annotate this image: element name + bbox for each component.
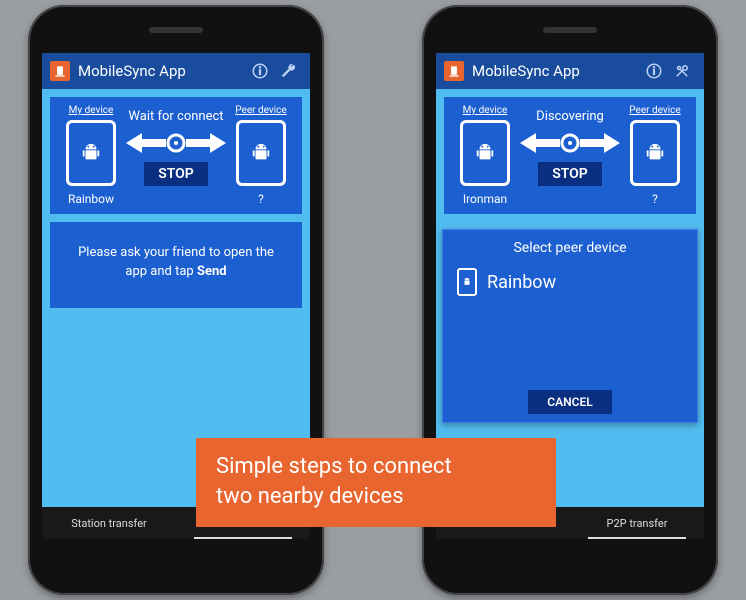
wrench-icon[interactable] xyxy=(274,57,302,85)
app-bar: MobileSync App xyxy=(436,53,704,89)
info-icon[interactable] xyxy=(246,57,274,85)
connection-status: Wait for connect xyxy=(128,109,223,124)
info-icon[interactable] xyxy=(640,57,668,85)
app-title: MobileSync App xyxy=(78,62,186,80)
instruction-text: Please ask your friend to open the app a… xyxy=(78,245,274,279)
tools-icon[interactable] xyxy=(668,57,696,85)
sync-arrows-icon xyxy=(126,130,226,156)
peer-device-option[interactable]: Rainbow xyxy=(443,264,697,300)
my-device-label[interactable]: My device xyxy=(463,105,508,116)
tab-station-transfer[interactable]: Station transfer xyxy=(42,507,176,539)
peer-device-name: ? xyxy=(652,192,658,206)
caption-line-1: Simple steps to connect xyxy=(216,452,536,482)
sync-arrows-icon xyxy=(520,130,620,156)
device-mini-icon xyxy=(457,268,477,296)
peer-device-column: Peer device ? xyxy=(228,105,294,206)
my-device-column: My device Rainbow xyxy=(58,105,124,206)
cancel-button[interactable]: CANCEL xyxy=(528,390,612,414)
my-device-label[interactable]: My device xyxy=(69,105,114,116)
popup-title: Select peer device xyxy=(443,236,697,264)
app-logo-icon xyxy=(50,61,70,81)
my-device-icon xyxy=(66,120,116,186)
phone-speaker xyxy=(149,27,203,33)
stop-button[interactable]: STOP xyxy=(538,162,602,186)
promo-caption: Simple steps to connect two nearby devic… xyxy=(196,438,556,527)
peer-device-column: Peer device ? xyxy=(622,105,688,206)
select-peer-popup: Select peer device Rainbow CANCEL xyxy=(442,229,698,423)
my-device-name: Ironman xyxy=(463,192,507,206)
phone-speaker xyxy=(543,27,597,33)
connect-panel: My device Ironman Discovering xyxy=(444,97,696,214)
my-device-icon xyxy=(460,120,510,186)
tab-p2p-transfer[interactable]: P2P transfer xyxy=(570,507,704,539)
my-device-column: My device Ironman xyxy=(452,105,518,206)
app-bar: MobileSync App xyxy=(42,53,310,89)
peer-device-label[interactable]: Peer device xyxy=(629,105,680,116)
caption-line-2: two nearby devices xyxy=(216,482,536,512)
my-device-name: Rainbow xyxy=(68,192,114,206)
connect-panel: My device Rainbow Wait for connect xyxy=(50,97,302,214)
peer-device-option-label: Rainbow xyxy=(487,272,556,293)
connection-status: Discovering xyxy=(536,109,604,124)
instruction-bold: Send xyxy=(197,264,227,279)
peer-device-name: ? xyxy=(258,192,264,206)
app-title: MobileSync App xyxy=(472,62,580,80)
peer-device-label[interactable]: Peer device xyxy=(235,105,286,116)
stop-button[interactable]: STOP xyxy=(144,162,208,186)
app-logo-icon xyxy=(444,61,464,81)
instruction-message: Please ask your friend to open the app a… xyxy=(50,222,302,308)
peer-device-icon xyxy=(236,120,286,186)
peer-device-icon xyxy=(630,120,680,186)
